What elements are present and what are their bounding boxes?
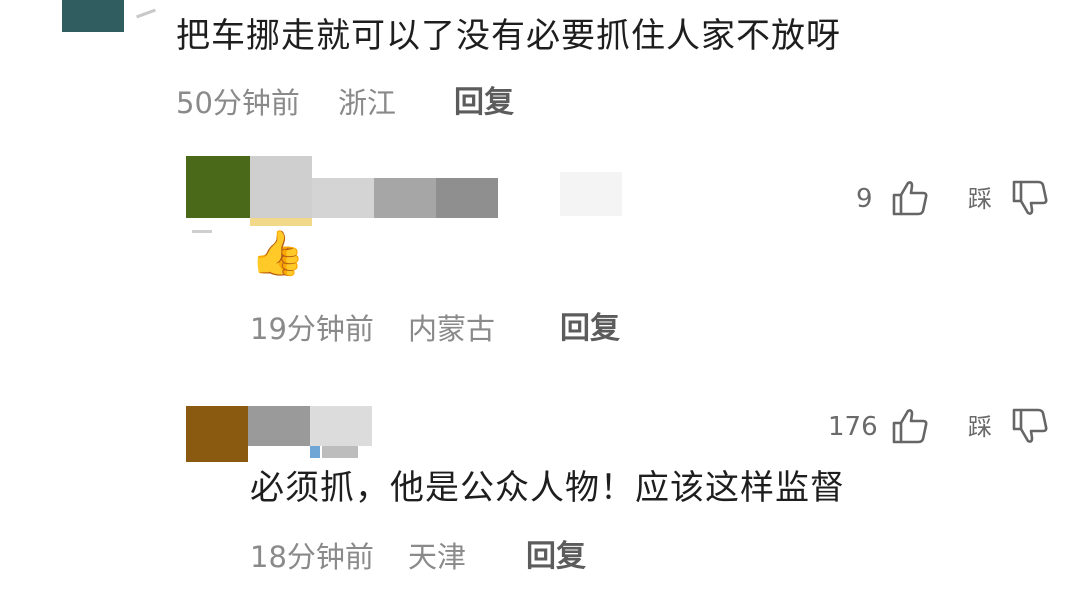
- username-redacted[interactable]: [250, 156, 498, 226]
- redaction-block: [310, 446, 320, 458]
- redaction-block: [560, 172, 622, 216]
- redaction-block: [248, 406, 310, 446]
- dislike-label: 踩: [968, 413, 992, 441]
- comment-text: 必须抓，他是公众人物！应该这样监督: [250, 468, 845, 508]
- redaction-block: [322, 446, 358, 458]
- comment-2: 👍 9 踩 19分钟前 内蒙古 回复: [0, 150, 1080, 360]
- comment-text: 👍: [250, 228, 305, 279]
- dislike-label: 踩: [968, 185, 992, 213]
- comment-3: 176 踩 必须抓，他是公众人物！应该这样监督 18分钟前 天津 回复: [0, 390, 1080, 591]
- redaction-block: [312, 178, 374, 218]
- comment-location: 天津: [408, 540, 467, 574]
- redaction-block: [250, 218, 312, 226]
- like-count: 9: [856, 184, 873, 214]
- username-redacted[interactable]: [248, 406, 374, 462]
- comment-location: 浙江: [338, 86, 397, 120]
- thumbs-up-icon[interactable]: [890, 406, 930, 446]
- avatar[interactable]: [62, 0, 124, 32]
- comment-time: 50分钟前: [176, 86, 300, 120]
- reply-button[interactable]: 回复: [560, 312, 620, 346]
- redaction-block: [436, 178, 498, 218]
- redaction-block: [310, 406, 372, 446]
- comment-time: 18分钟前: [250, 540, 374, 574]
- redaction-block: [250, 156, 312, 218]
- comment-location: 内蒙古: [408, 312, 496, 346]
- decorative-mark: [192, 230, 212, 233]
- thumbs-down-icon[interactable]: [1010, 178, 1050, 218]
- thumbs-up-icon[interactable]: [890, 178, 930, 218]
- avatar[interactable]: [186, 156, 250, 218]
- avatar[interactable]: [186, 406, 248, 462]
- comment-1: 把车挪走就可以了没有必要抓住人家不放呀 50分钟前 浙江 回复: [0, 0, 1080, 130]
- decorative-mark: [136, 8, 156, 19]
- redaction-block: [374, 178, 436, 218]
- thumbs-down-icon[interactable]: [1010, 406, 1050, 446]
- comment-time: 19分钟前: [250, 312, 374, 346]
- comment-text: 把车挪走就可以了没有必要抓住人家不放呀: [176, 16, 841, 56]
- like-count: 176: [828, 412, 878, 442]
- reply-button[interactable]: 回复: [454, 86, 514, 120]
- reply-button[interactable]: 回复: [526, 540, 586, 574]
